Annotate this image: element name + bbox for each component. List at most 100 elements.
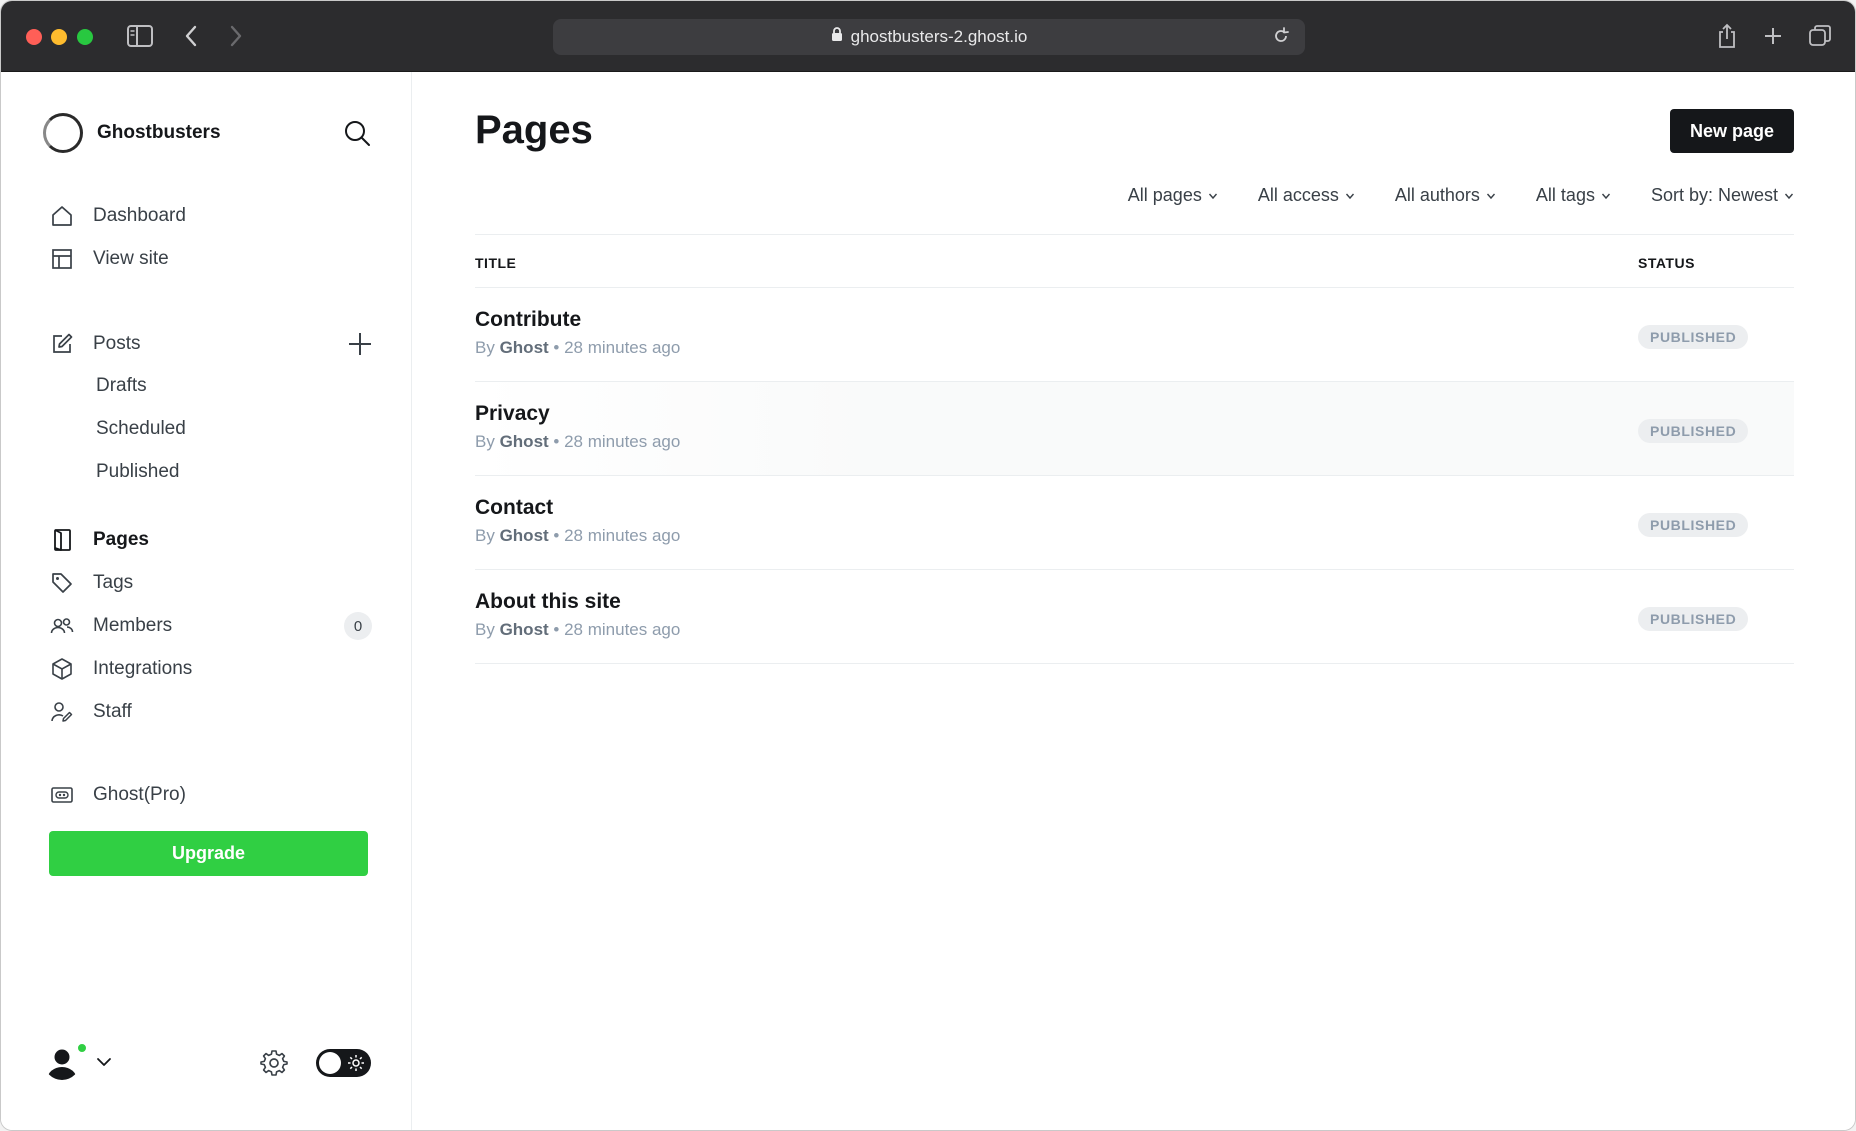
filter-authors-select[interactable]: All authors	[1395, 185, 1496, 206]
sidebar-item-tags[interactable]: Tags	[49, 565, 133, 601]
forward-icon[interactable]	[221, 21, 251, 51]
chevron-down-icon	[1208, 193, 1217, 199]
chevron-down-icon	[1784, 193, 1794, 199]
sidebar-item-label: Staff	[93, 701, 132, 722]
lock-icon	[831, 27, 843, 47]
browser-window: ghostbusters-2.ghost.io Ghostbusters Das…	[0, 0, 1856, 1131]
share-icon[interactable]	[1712, 21, 1742, 51]
sidebar-item-view-site[interactable]: View site	[49, 241, 169, 277]
chevron-down-icon[interactable]	[96, 1054, 112, 1070]
meta-author: Ghost	[499, 526, 549, 545]
list-header: TITLE STATUS	[475, 234, 1794, 288]
toggle-knob	[319, 1052, 341, 1074]
new-post-plus-icon[interactable]	[346, 330, 374, 358]
sidebar-item-staff[interactable]: Staff	[49, 694, 132, 730]
sidebar-subitem-scheduled[interactable]: Scheduled	[96, 412, 186, 446]
meta-by: By	[475, 620, 495, 639]
table-row[interactable]: Privacy By Ghost • 28 minutes ago PUBLIS…	[475, 382, 1794, 476]
filter-label: All tags	[1535, 185, 1595, 205]
brand-name: Ghostbusters	[97, 122, 221, 143]
reload-icon[interactable]	[1271, 26, 1291, 51]
page-title: Pages	[475, 108, 593, 152]
status-badge: PUBLISHED	[1638, 325, 1749, 349]
edit-icon	[49, 331, 75, 357]
browser-toolbar: ghostbusters-2.ghost.io	[1, 1, 1855, 72]
gear-icon[interactable]	[259, 1048, 289, 1078]
meta-by: By	[475, 526, 495, 545]
meta-time: 28 minutes ago	[564, 620, 681, 639]
page-row-title[interactable]: Contribute	[475, 308, 581, 332]
home-icon	[49, 203, 75, 229]
column-header-title: TITLE	[475, 255, 517, 271]
status-badge: PUBLISHED	[1638, 513, 1749, 537]
page-row-meta: By Ghost • 28 minutes ago	[475, 338, 681, 357]
new-tab-icon[interactable]	[1758, 21, 1788, 51]
page-row-meta: By Ghost • 28 minutes ago	[475, 526, 681, 545]
sidebar-item-members[interactable]: Members	[49, 608, 172, 644]
ghost-pro-icon	[49, 782, 75, 808]
table-row[interactable]: Contribute By Ghost • 28 minutes ago PUB…	[475, 288, 1794, 382]
sidebar-item-label: Posts	[93, 333, 141, 354]
minimize-window-button[interactable]	[51, 29, 67, 45]
avatar[interactable]	[44, 1044, 80, 1080]
filter-bar: All pages All access All authors All tag…	[1088, 185, 1794, 206]
back-icon[interactable]	[176, 21, 206, 51]
search-icon[interactable]	[342, 118, 372, 148]
sidebar-item-dashboard[interactable]: Dashboard	[49, 198, 186, 234]
page-row-meta: By Ghost • 28 minutes ago	[475, 620, 681, 639]
filter-access-select[interactable]: All access	[1258, 185, 1355, 206]
new-page-button[interactable]: New page	[1670, 109, 1794, 153]
filter-pages-select[interactable]: All pages	[1128, 185, 1218, 206]
table-row[interactable]: About this site By Ghost • 28 minutes ag…	[475, 570, 1794, 664]
sidebar-item-label: Tags	[93, 572, 134, 593]
sidebar-item-ghost-pro[interactable]: Ghost(Pro)	[49, 777, 186, 813]
page-row-title[interactable]: Contact	[475, 496, 553, 520]
meta-author: Ghost	[499, 432, 549, 451]
table-row[interactable]: Contact By Ghost • 28 minutes ago PUBLIS…	[475, 476, 1794, 570]
theme-toggle[interactable]	[316, 1049, 371, 1077]
meta-author: Ghost	[499, 620, 549, 639]
tab-overview-icon[interactable]	[1805, 21, 1835, 51]
meta-by: By	[475, 432, 495, 451]
filter-label: All pages	[1127, 185, 1202, 205]
sidebar-item-label: Members	[93, 615, 173, 636]
brand-logo-icon	[43, 113, 83, 153]
members-icon	[49, 613, 75, 639]
maximize-window-button[interactable]	[77, 29, 93, 45]
chevron-down-icon	[1601, 193, 1610, 199]
sidebar-item-pages[interactable]: Pages	[49, 522, 149, 558]
meta-by: By	[475, 338, 495, 357]
box-icon	[49, 656, 75, 682]
address-bar[interactable]: ghostbusters-2.ghost.io	[553, 19, 1305, 55]
sidebar-item-posts[interactable]: Posts	[49, 326, 141, 362]
status-badge: PUBLISHED	[1638, 419, 1749, 443]
filter-label: All authors	[1394, 185, 1480, 205]
brand[interactable]: Ghostbusters	[43, 113, 221, 153]
sidebar-item-integrations[interactable]: Integrations	[49, 651, 192, 687]
sidebar-subitem-published[interactable]: Published	[96, 455, 179, 489]
members-count-badge: 0	[344, 612, 372, 640]
page-row-meta: By Ghost • 28 minutes ago	[475, 432, 681, 451]
meta-time: 28 minutes ago	[564, 338, 681, 357]
meta-author: Ghost	[499, 338, 549, 357]
sidebar-item-label: Dashboard	[93, 205, 186, 226]
chevron-down-icon	[1486, 193, 1495, 199]
page-row-title[interactable]: Privacy	[475, 402, 550, 426]
page-row-title[interactable]: About this site	[475, 590, 621, 614]
sidebar-item-label: Integrations	[93, 658, 193, 679]
close-window-button[interactable]	[26, 29, 42, 45]
sidebar: Ghostbusters Dashboard View site Posts D…	[1, 72, 412, 1130]
online-status-dot	[76, 1042, 88, 1054]
sidebar-subitem-drafts[interactable]: Drafts	[96, 369, 147, 403]
layout-icon	[49, 246, 75, 272]
filter-tags-select[interactable]: All tags	[1536, 185, 1611, 206]
sort-select[interactable]: Sort by: Newest	[1651, 185, 1794, 206]
filter-label: Sort by: Newest	[1650, 185, 1778, 205]
upgrade-button[interactable]: Upgrade	[49, 831, 368, 876]
sidebar-toggle-icon[interactable]	[125, 21, 155, 51]
sun-icon	[347, 1054, 365, 1072]
tag-icon	[49, 570, 75, 596]
page-icon	[49, 527, 75, 553]
pages-list: TITLE STATUS Contribute By Ghost • 28 mi…	[475, 234, 1794, 664]
staff-icon	[49, 699, 75, 725]
